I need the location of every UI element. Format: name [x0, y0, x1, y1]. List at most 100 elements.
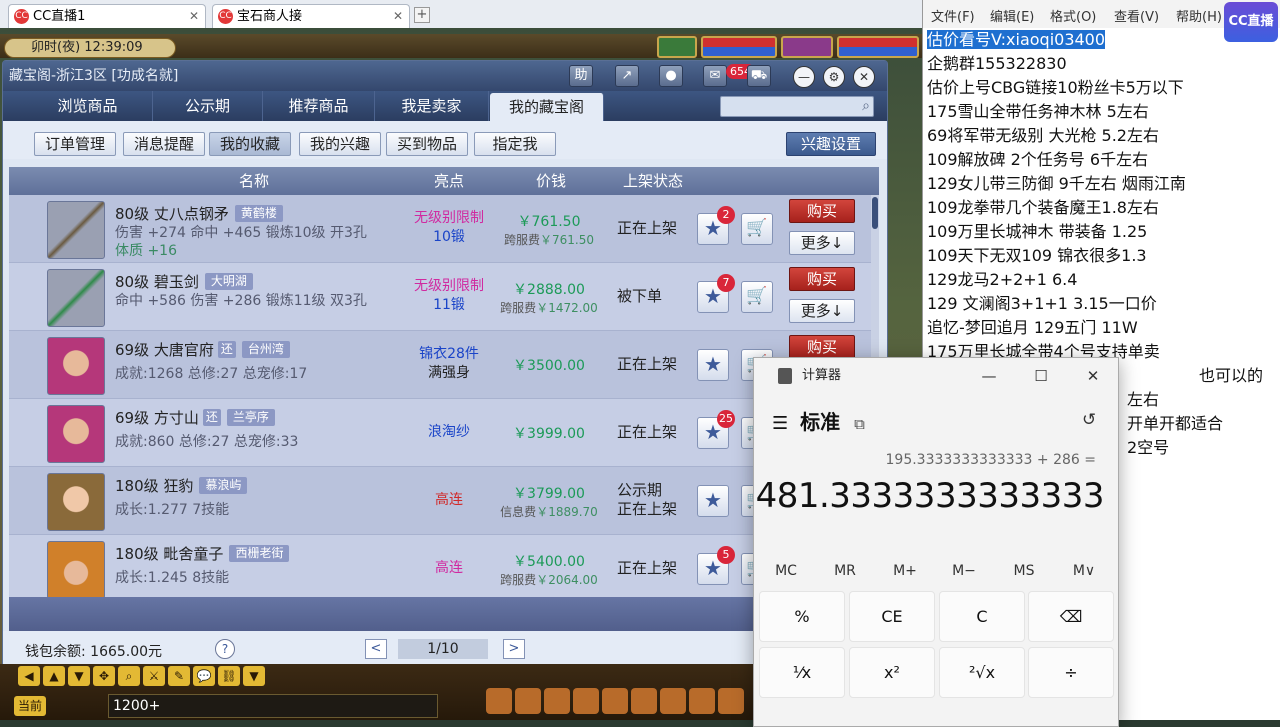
- new-tab-button[interactable]: +: [414, 7, 430, 23]
- minimize-icon[interactable]: —: [964, 358, 1014, 394]
- bag-icon[interactable]: [486, 688, 512, 714]
- gift-icon[interactable]: [515, 688, 541, 714]
- buy-button[interactable]: 购买: [789, 335, 855, 359]
- memory-subtract-button[interactable]: M−: [939, 563, 989, 579]
- order-management-button[interactable]: 订单管理: [34, 132, 116, 156]
- chat-bubble-icon[interactable]: 💬: [193, 666, 215, 686]
- search-input[interactable]: ⌕: [720, 96, 874, 117]
- table-row[interactable]: 69级 方寸山还兰亭序 成就:860 总修:27 总宠修:33 浪淘纱 ￥399…: [9, 399, 871, 467]
- interest-settings-button[interactable]: 兴趣设置: [786, 132, 876, 156]
- assigned-to-me-button[interactable]: 指定我: [474, 132, 556, 156]
- help-button[interactable]: 助: [569, 65, 593, 87]
- favorite-star-icon[interactable]: ★ 25: [697, 410, 735, 449]
- dropdown-icon[interactable]: ▼: [243, 666, 265, 686]
- guild-icon[interactable]: [631, 688, 657, 714]
- favorite-star-icon[interactable]: ★: [697, 349, 729, 381]
- arrow-left-icon[interactable]: ◀: [18, 666, 40, 686]
- memory-clear-button[interactable]: MC: [761, 563, 811, 579]
- zoom-icon[interactable]: ⌕: [118, 666, 140, 686]
- scrollbar-thumb[interactable]: [872, 197, 878, 229]
- more-button[interactable]: 更多↓: [789, 299, 855, 323]
- table-row[interactable]: 180级 狂豹 慕浪屿 成长:1.277 7技能 高连 ￥3799.00 信息费￥1…: [9, 467, 871, 535]
- memory-list-button[interactable]: M∨: [1059, 563, 1109, 579]
- next-page-button[interactable]: >: [503, 639, 525, 659]
- clear-entry-button[interactable]: CE: [849, 591, 935, 642]
- sword-icon[interactable]: ⚔: [143, 666, 165, 686]
- my-interests-button[interactable]: 我的兴趣: [299, 132, 381, 156]
- table-row[interactable]: 180级 毗舍童子 西栅老街 成长:1.245 8技能 高连 ￥5400.00 跨服…: [9, 535, 871, 597]
- history-icon[interactable]: ↺: [1082, 410, 1096, 430]
- link-icon[interactable]: ⛓: [218, 666, 240, 686]
- maximize-icon[interactable]: ☐: [1016, 358, 1066, 394]
- add-to-cart-icon[interactable]: 🛒: [741, 281, 773, 313]
- divide-button[interactable]: ÷: [1028, 647, 1114, 698]
- cart-icon[interactable]: ⛟: [747, 65, 771, 87]
- minimize-icon[interactable]: —: [793, 66, 815, 88]
- browser-tab-1[interactable]: CC CC直播1 ✕: [8, 4, 206, 29]
- skill-icon[interactable]: [573, 688, 599, 714]
- browser-tab-2[interactable]: CC 宝石商人接 ✕: [212, 4, 410, 29]
- table-row[interactable]: 69级 大唐官府还台州湾 成就:1268 总修:27 总宠修:17 锦衣28件 …: [9, 331, 871, 399]
- game-toolbar: ◀ ▲ ▼ ✥ ⌕ ⚔ ✎ 💬 ⛓ ▼: [18, 666, 268, 688]
- menu-edit[interactable]: 编辑(E): [990, 6, 1034, 25]
- close-icon[interactable]: ✕: [1068, 358, 1118, 394]
- mail-icon[interactable]: [718, 688, 744, 714]
- col-price: 价钱: [535, 172, 566, 190]
- tab-publicity[interactable]: 公示期: [153, 91, 263, 121]
- move-icon[interactable]: ✥: [93, 666, 115, 686]
- pet-portrait-icon[interactable]: [657, 36, 697, 58]
- tab-my-pavilion[interactable]: 我的藏宝阁: [490, 93, 604, 121]
- favorite-star-icon[interactable]: ★ 2: [697, 206, 735, 245]
- hamburger-menu-icon[interactable]: ☰: [772, 413, 788, 434]
- memory-add-button[interactable]: M+: [880, 563, 930, 579]
- team-icon[interactable]: [602, 688, 628, 714]
- record-icon[interactable]: ●: [659, 65, 683, 87]
- favorite-star-icon[interactable]: ★ 7: [697, 274, 735, 313]
- current-channel-button[interactable]: 当前: [14, 696, 46, 716]
- backspace-button[interactable]: ⌫: [1028, 591, 1114, 642]
- keep-on-top-icon[interactable]: ⧉: [854, 415, 865, 433]
- message-icon[interactable]: ✉: [703, 65, 727, 87]
- memory-store-button[interactable]: MS: [999, 563, 1049, 579]
- arrow-down-icon[interactable]: ▼: [68, 666, 90, 686]
- menu-help[interactable]: 帮助(H): [1176, 6, 1222, 25]
- brush-icon[interactable]: ✎: [168, 666, 190, 686]
- more-button[interactable]: 更多↓: [789, 231, 855, 255]
- menu-format[interactable]: 格式(O): [1050, 6, 1096, 25]
- close-icon[interactable]: ✕: [853, 66, 875, 88]
- tab-seller[interactable]: 我是卖家: [375, 91, 489, 121]
- clear-button[interactable]: C: [939, 591, 1025, 642]
- share-icon[interactable]: ↗: [615, 65, 639, 87]
- character-portrait-icon[interactable]: [781, 36, 833, 58]
- percent-button[interactable]: %: [759, 591, 845, 642]
- buy-button[interactable]: 购买: [789, 267, 855, 291]
- favorite-star-icon[interactable]: ★ 5: [697, 546, 735, 585]
- square-root-button[interactable]: ²√x: [939, 647, 1025, 698]
- add-to-cart-icon[interactable]: 🛒: [741, 213, 773, 245]
- buy-button[interactable]: 购买: [789, 199, 855, 223]
- menu-view[interactable]: 查看(V): [1114, 6, 1159, 25]
- square-button[interactable]: x²: [849, 647, 935, 698]
- memory-recall-button[interactable]: MR: [820, 563, 870, 579]
- help-icon[interactable]: ?: [215, 639, 235, 659]
- system-icon[interactable]: [660, 688, 686, 714]
- arrow-up-icon[interactable]: ▲: [43, 666, 65, 686]
- prev-page-button[interactable]: <: [365, 639, 387, 659]
- task-icon[interactable]: [689, 688, 715, 714]
- message-reminder-button[interactable]: 消息提醒: [123, 132, 205, 156]
- pet-icon[interactable]: [544, 688, 570, 714]
- tab-recommend[interactable]: 推荐商品: [263, 91, 375, 121]
- favorite-star-icon[interactable]: ★: [697, 485, 729, 517]
- reciprocal-button[interactable]: ¹⁄x: [759, 647, 845, 698]
- chat-input[interactable]: 1200+: [108, 694, 438, 718]
- menu-file[interactable]: 文件(F): [931, 6, 975, 25]
- close-tab-icon[interactable]: ✕: [189, 5, 199, 28]
- search-icon[interactable]: ⌕: [862, 98, 870, 114]
- settings-gear-icon[interactable]: ⚙: [823, 66, 845, 88]
- bought-items-button[interactable]: 买到物品: [386, 132, 468, 156]
- my-favorites-button[interactable]: 我的收藏: [209, 132, 291, 156]
- table-row[interactable]: 80级 碧玉剑 大明湖 命中 +586 伤害 +286 锻炼11级 双3孔 无级别…: [9, 263, 871, 331]
- close-tab-icon[interactable]: ✕: [393, 5, 403, 28]
- tab-browse[interactable]: 浏览商品: [23, 91, 153, 121]
- table-row[interactable]: 80级 丈八点钢矛 黄鹤楼 伤害 +274 命中 +465 锻炼10级 开3孔 体质…: [9, 195, 871, 263]
